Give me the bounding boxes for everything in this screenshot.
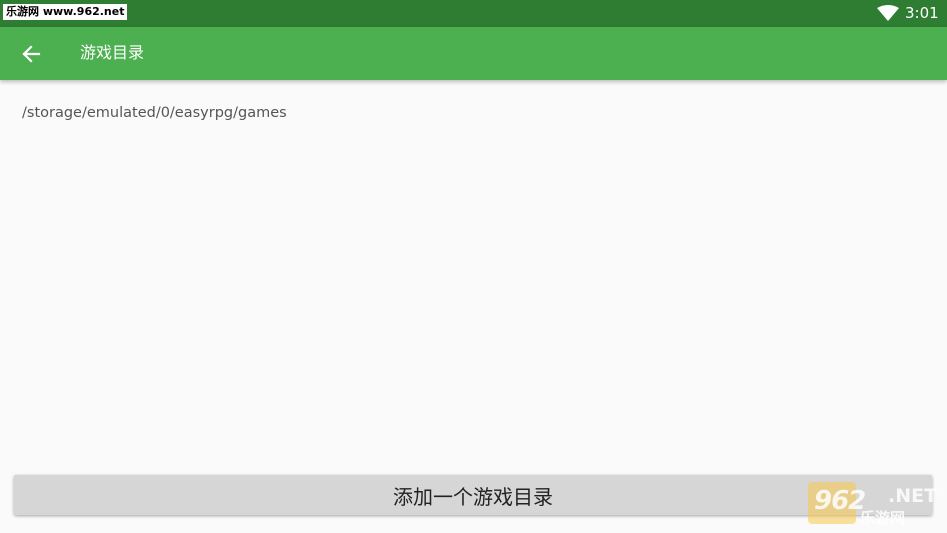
- add-directory-button[interactable]: 添加一个游戏目录: [14, 475, 932, 515]
- screen: 乐游网 www.962.net 3:01 游戏目录 /storage/emula…: [0, 0, 947, 533]
- status-bar: 乐游网 www.962.net 3:01: [0, 0, 947, 27]
- watermark-text: 乐游网 www.962.net: [3, 4, 128, 20]
- app-bar: 游戏目录: [0, 27, 947, 80]
- wifi-icon: [877, 5, 899, 21]
- directory-list-item[interactable]: /storage/emulated/0/easyrpg/games: [22, 103, 287, 123]
- status-clock: 3:01: [905, 4, 939, 22]
- back-button[interactable]: [10, 33, 52, 75]
- arrow-left-icon: [22, 45, 41, 63]
- page-title: 游戏目录: [80, 43, 145, 62]
